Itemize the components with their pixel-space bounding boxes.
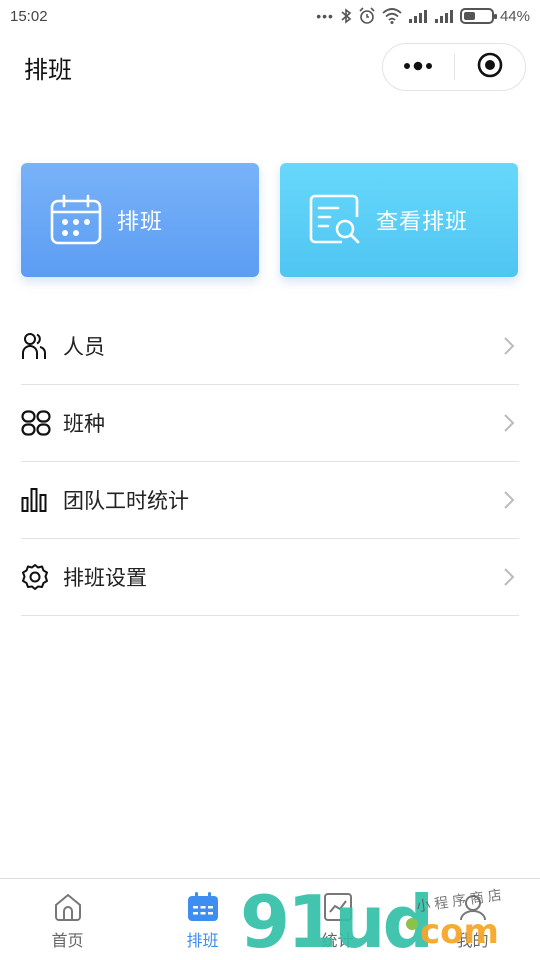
tab-label: 统计 bbox=[321, 932, 354, 950]
tab-label: 我的 bbox=[456, 932, 489, 950]
menu-list: 人员 班种 团队工时统计 排班设置 bbox=[21, 308, 519, 616]
tab-label: 排班 bbox=[186, 932, 219, 950]
chart-icon bbox=[322, 891, 354, 923]
bar-chart-icon bbox=[21, 485, 51, 515]
gear-icon bbox=[21, 562, 51, 592]
tab-bar: 首页 排班 统计 我的 bbox=[0, 878, 540, 960]
menu-item-people[interactable]: 人员 bbox=[21, 308, 519, 385]
tab-schedule[interactable]: 排班 bbox=[135, 879, 270, 960]
close-mini-program-button[interactable] bbox=[455, 44, 526, 90]
calendar-icon bbox=[49, 193, 103, 247]
tab-profile[interactable]: 我的 bbox=[405, 879, 540, 960]
chevron-right-icon bbox=[499, 413, 519, 433]
navigation-bar: 排班 bbox=[0, 32, 540, 102]
chevron-right-icon bbox=[499, 567, 519, 587]
document-search-icon bbox=[308, 193, 362, 247]
chevron-right-icon bbox=[499, 336, 519, 356]
menu-item-schedule-settings[interactable]: 排班设置 bbox=[21, 539, 519, 616]
user-icon bbox=[457, 891, 489, 923]
menu-item-shift-types[interactable]: 班种 bbox=[21, 385, 519, 462]
home-icon bbox=[52, 891, 84, 923]
tab-home[interactable]: 首页 bbox=[0, 879, 135, 960]
schedule-card-label: 排班 bbox=[117, 209, 164, 234]
wifi-icon bbox=[382, 8, 402, 24]
alarm-icon bbox=[358, 7, 376, 25]
menu-item-label: 班种 bbox=[63, 413, 105, 436]
status-bar: 15:02 ••• 44% bbox=[0, 0, 540, 32]
page-title: 排班 bbox=[24, 56, 72, 84]
calendar-icon bbox=[187, 891, 219, 923]
mini-program-capsule bbox=[382, 43, 526, 91]
status-time: 15:02 bbox=[10, 7, 48, 25]
chevron-right-icon bbox=[499, 490, 519, 510]
menu-item-label: 人员 bbox=[63, 336, 105, 359]
signal-icon bbox=[408, 9, 428, 23]
menu-item-team-hours[interactable]: 团队工时统计 bbox=[21, 462, 519, 539]
bluetooth-icon bbox=[340, 8, 352, 24]
menu-item-label: 排班设置 bbox=[63, 567, 147, 590]
schedule-card[interactable]: 排班 bbox=[21, 163, 259, 277]
view-schedule-card-label: 查看排班 bbox=[376, 209, 469, 234]
more-dots-icon bbox=[403, 58, 433, 76]
tab-label: 首页 bbox=[51, 932, 84, 950]
status-dots: ••• bbox=[316, 8, 334, 24]
signal-icon-2 bbox=[434, 9, 454, 23]
battery-icon bbox=[459, 8, 497, 24]
battery-percent: 44% bbox=[499, 7, 530, 25]
more-button[interactable] bbox=[383, 44, 454, 90]
target-circle-icon bbox=[477, 52, 503, 83]
tab-statistics[interactable]: 统计 bbox=[270, 879, 405, 960]
view-schedule-card[interactable]: 查看排班 bbox=[280, 163, 518, 277]
menu-item-label: 团队工时统计 bbox=[63, 490, 189, 513]
grid-rounded-icon bbox=[21, 408, 51, 438]
people-icon bbox=[21, 331, 51, 361]
